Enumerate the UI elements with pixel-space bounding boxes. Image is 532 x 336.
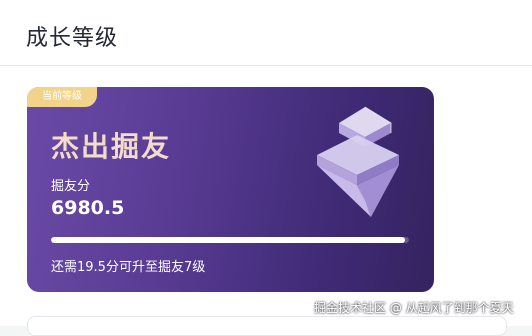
score-label: 掘友分 <box>51 179 91 194</box>
growth-level-panel: 成长等级 当前等级 杰出掘友 掘友分 6980.5 还需19.5分可升至掘友7级… <box>0 0 532 336</box>
current-level-badge: 当前等级 <box>27 87 97 107</box>
upgrade-hint: 还需19.5分可升至掘友7级 <box>51 260 206 275</box>
next-section-card <box>27 316 507 336</box>
current-level-card: 当前等级 杰出掘友 掘友分 6980.5 还需19.5分可升至掘友7级 <box>27 87 434 292</box>
crystal-gem-icon <box>317 106 399 217</box>
level-progress-bar <box>51 237 409 243</box>
level-progress-fill <box>51 237 406 243</box>
score-value: 6980.5 <box>51 197 125 219</box>
page-title: 成长等级 <box>26 26 119 51</box>
panel-header: 成长等级 <box>0 0 532 66</box>
watermark: 掘金技术社区 @ 从起风了到那个夏天 <box>314 301 514 315</box>
level-name: 杰出掘友 <box>51 130 172 163</box>
